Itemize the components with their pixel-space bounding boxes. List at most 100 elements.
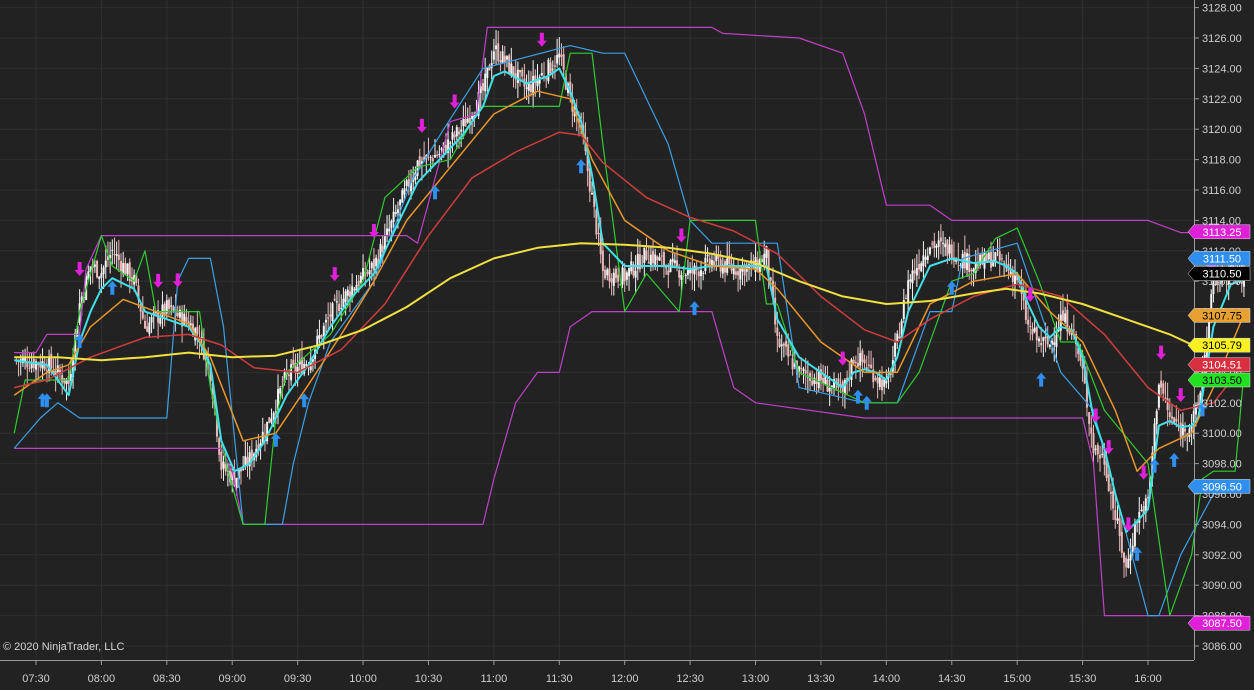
x-tick-label: 08:00 [88, 673, 116, 685]
price-chart[interactable]: 3086.003088.003090.003092.003094.003096.… [0, 0, 1254, 690]
candle-body [141, 311, 144, 319]
candle-body [595, 209, 598, 235]
candle-body [100, 273, 103, 278]
candle-body [1048, 344, 1051, 347]
candle-body [381, 245, 384, 252]
candle-body [460, 129, 463, 132]
y-tick-label: 3090.00 [1202, 580, 1242, 592]
candle-body [274, 411, 277, 413]
candle-body [667, 270, 670, 275]
candle-body [828, 387, 831, 392]
candle-body [634, 270, 637, 278]
candle-body [403, 188, 406, 195]
candle-body [220, 451, 223, 471]
candle-body [1090, 427, 1093, 434]
price-tag-label: 3110.50 [1203, 269, 1242, 281]
candle-body [547, 59, 550, 82]
candle-body [434, 155, 437, 158]
candle-body [525, 87, 528, 89]
candle-body [492, 51, 495, 60]
y-tick-label: 3128.00 [1202, 3, 1242, 15]
candle-body [1168, 412, 1171, 417]
price-tag-label: 3103.50 [1202, 375, 1242, 387]
candle-body [660, 255, 663, 257]
candle-body [1033, 327, 1036, 332]
candle-body [386, 228, 389, 236]
candle-body [614, 268, 617, 279]
candle-body [495, 45, 498, 50]
candle-body [455, 127, 458, 137]
x-tick-label: 09:30 [284, 673, 312, 685]
candle-body [327, 317, 330, 319]
candle-body [782, 344, 785, 346]
candle-body [512, 66, 515, 77]
candle-body [1127, 559, 1130, 569]
candle-body [375, 257, 378, 267]
x-tick-label: 09:00 [218, 673, 246, 685]
candle-body [658, 257, 661, 261]
y-tick-label: 3086.00 [1202, 641, 1242, 653]
candle-body [1040, 342, 1043, 346]
candle-body [429, 156, 432, 158]
candle-body [791, 358, 794, 370]
candle-body [464, 118, 467, 127]
candle-body [737, 271, 740, 276]
candle-body [98, 276, 101, 280]
candle-body [913, 270, 916, 274]
candle-body [466, 118, 469, 123]
candle-body [857, 362, 860, 367]
candle-body [789, 354, 792, 356]
y-tick-label: 3118.00 [1202, 155, 1241, 167]
x-tick-label: 14:30 [938, 673, 966, 685]
candle-body [556, 54, 559, 64]
candle-body [272, 412, 275, 419]
candle-body [1109, 491, 1112, 494]
candle-body [904, 298, 907, 300]
candle-body [457, 131, 460, 135]
candle-body [898, 336, 901, 339]
x-tick-label: 07:30 [22, 673, 50, 685]
candle-body [933, 241, 936, 248]
candle-body [540, 73, 543, 76]
candle-body [612, 272, 615, 286]
candle-body [623, 268, 626, 282]
x-tick-label: 16:00 [1134, 673, 1162, 685]
candle-body [115, 254, 118, 256]
candle-body [606, 269, 609, 276]
candle-body [924, 257, 927, 260]
candle-body [638, 254, 641, 270]
candle-body [680, 274, 683, 280]
y-tick-label: 3098.00 [1202, 459, 1242, 471]
candle-body [713, 260, 716, 266]
candle-body [931, 243, 934, 245]
candle-body [1031, 328, 1034, 335]
candle-body [922, 255, 925, 267]
candle-body [1072, 329, 1075, 331]
candle-body [787, 344, 790, 357]
x-tick-label: 15:00 [1003, 673, 1031, 685]
candle-body [346, 289, 349, 296]
candle-body [876, 377, 879, 384]
candle-body [148, 322, 151, 334]
candle-body [948, 244, 951, 254]
candle-body [63, 378, 66, 384]
y-tick-label: 3126.00 [1202, 33, 1242, 45]
candle-body [946, 239, 949, 256]
x-tick-label: 14:00 [873, 673, 901, 685]
candle-body [656, 256, 659, 261]
candle-body [270, 418, 273, 423]
candle-body [591, 193, 593, 195]
candle-body [366, 272, 369, 274]
candle-body [335, 301, 338, 303]
candle-body [1107, 474, 1110, 492]
candle-body [918, 263, 921, 270]
candle-body [431, 158, 434, 162]
candle-body [1027, 319, 1030, 325]
candle-body [453, 134, 456, 138]
candle-body [359, 275, 362, 283]
candle-body [610, 278, 613, 283]
candle-body [987, 252, 990, 260]
candle-body [508, 55, 511, 73]
candle-body [878, 377, 881, 388]
candle-body [1170, 416, 1173, 419]
